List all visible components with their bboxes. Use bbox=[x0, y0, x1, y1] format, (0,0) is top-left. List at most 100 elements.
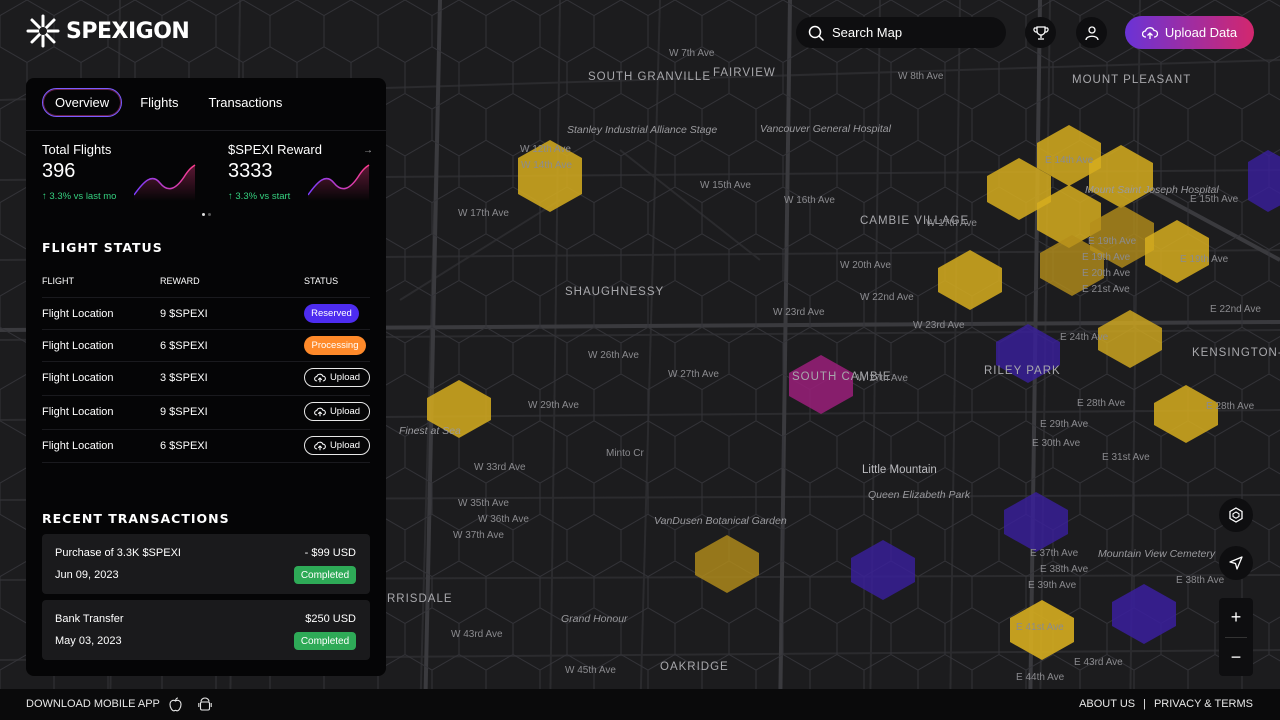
download-app-label: DOWNLOAD MOBILE APP bbox=[26, 698, 160, 710]
svg-text:Minto Cr: Minto Cr bbox=[606, 448, 644, 459]
svg-text:W 26th Ave: W 26th Ave bbox=[588, 350, 639, 361]
layers-button[interactable] bbox=[1219, 498, 1253, 532]
transaction-item[interactable]: Bank Transfer $250 USD May 03, 2023 Comp… bbox=[42, 600, 370, 660]
upload-label: Upload bbox=[329, 440, 361, 451]
transaction-description: Bank Transfer bbox=[55, 613, 124, 625]
user-icon bbox=[1084, 25, 1099, 40]
flight-reward: 3 $SPEXI bbox=[160, 372, 208, 384]
svg-text:E 44th Ave: E 44th Ave bbox=[1016, 672, 1065, 683]
tab-overview[interactable]: Overview bbox=[42, 88, 123, 117]
svg-text:FAIRVIEW: FAIRVIEW bbox=[713, 67, 776, 79]
svg-text:W 27th Ave: W 27th Ave bbox=[857, 373, 908, 384]
svg-text:E 14th Ave: E 14th Ave bbox=[1045, 155, 1094, 166]
svg-text:E 20th Ave: E 20th Ave bbox=[1082, 268, 1131, 279]
svg-text:VanDusen Botanical Garden: VanDusen Botanical Garden bbox=[654, 515, 787, 527]
table-row[interactable]: Flight Location 6 $SPEXI Upload bbox=[42, 429, 370, 463]
svg-text:W 14th Ave: W 14th Ave bbox=[521, 160, 572, 171]
search-icon bbox=[808, 25, 824, 41]
brand-name: SPEXIGON bbox=[66, 18, 190, 44]
stat-change: ↑ 3.3% vs last mo bbox=[42, 191, 117, 202]
transaction-item[interactable]: Purchase of 3.3K $SPEXI - $99 USD Jun 09… bbox=[42, 534, 370, 594]
upload-flight-button[interactable]: Upload bbox=[304, 368, 370, 387]
stat-value: 396 bbox=[42, 160, 76, 182]
flight-reward: 9 $SPEXI bbox=[160, 406, 208, 418]
flight-reward: 6 $SPEXI bbox=[160, 340, 208, 352]
svg-text:E 39th Ave: E 39th Ave bbox=[1028, 580, 1077, 591]
svg-text:W 7th Ave: W 7th Ave bbox=[669, 48, 715, 59]
transaction-date: May 03, 2023 bbox=[55, 635, 122, 647]
svg-text:E 38th Ave: E 38th Ave bbox=[1040, 564, 1089, 575]
svg-text:E 19th Ave: E 19th Ave bbox=[1088, 236, 1137, 247]
svg-text:W 27th Ave: W 27th Ave bbox=[668, 369, 719, 380]
panel-tabs: Overview Flights Transactions bbox=[42, 88, 294, 117]
apple-icon[interactable] bbox=[169, 697, 182, 712]
plus-icon: + bbox=[1230, 607, 1242, 627]
flight-location: Flight Location bbox=[42, 406, 114, 418]
zoom-in-button[interactable]: + bbox=[1219, 598, 1253, 637]
privacy-terms-link[interactable]: PRIVACY & TERMS bbox=[1154, 698, 1253, 710]
table-row[interactable]: Flight Location 3 $SPEXI Upload bbox=[42, 361, 370, 395]
search-map-button[interactable]: Search Map bbox=[796, 17, 1006, 48]
transaction-amount: - $99 USD bbox=[304, 547, 356, 559]
table-row[interactable]: Flight Location 9 $SPEXI Upload bbox=[42, 395, 370, 429]
upload-flight-button[interactable]: Upload bbox=[304, 436, 370, 455]
table-row[interactable]: Flight Location 9 $SPEXI Reserved bbox=[42, 297, 370, 329]
svg-text:W 22nd Ave: W 22nd Ave bbox=[860, 292, 914, 303]
table-row[interactable]: Flight Location 6 $SPEXI Processing bbox=[42, 329, 370, 361]
sparkline-reward bbox=[308, 164, 370, 201]
svg-text:E 29th Ave: E 29th Ave bbox=[1040, 419, 1089, 430]
tab-transactions[interactable]: Transactions bbox=[196, 88, 294, 117]
sparkline-flights bbox=[134, 164, 196, 201]
divider bbox=[26, 130, 386, 131]
svg-text:Mountain View Cemetery: Mountain View Cemetery bbox=[1098, 548, 1216, 560]
svg-text:W 35th Ave: W 35th Ave bbox=[458, 498, 509, 509]
svg-text:E 28th Ave: E 28th Ave bbox=[1206, 401, 1255, 412]
about-us-link[interactable]: ABOUT US bbox=[1079, 698, 1135, 710]
status-badge: Completed bbox=[294, 566, 356, 584]
svg-text:W 29th Ave: W 29th Ave bbox=[528, 400, 579, 411]
svg-text:RRISDALE: RRISDALE bbox=[387, 593, 453, 605]
svg-text:W 33rd Ave: W 33rd Ave bbox=[474, 462, 526, 473]
tab-flights[interactable]: Flights bbox=[128, 88, 190, 117]
upload-data-button[interactable]: Upload Data bbox=[1125, 16, 1254, 49]
svg-text:W 43rd Ave: W 43rd Ave bbox=[451, 629, 503, 640]
svg-text:MOUNT PLEASANT: MOUNT PLEASANT bbox=[1072, 74, 1191, 86]
brand-logo[interactable]: SPEXIGON bbox=[26, 14, 190, 48]
upload-flight-button[interactable]: Upload bbox=[304, 402, 370, 421]
column-header-status: STATUS bbox=[304, 276, 339, 286]
svg-text:W 16th Ave: W 16th Ave bbox=[784, 195, 835, 206]
cloud-upload-icon bbox=[1141, 26, 1158, 39]
svg-text:RILEY PARK: RILEY PARK bbox=[984, 365, 1061, 377]
svg-text:E 30th Ave: E 30th Ave bbox=[1032, 438, 1081, 449]
leaderboard-button[interactable] bbox=[1025, 17, 1056, 48]
svg-text:W 15th Ave: W 15th Ave bbox=[700, 180, 751, 191]
svg-text:OAKRIDGE: OAKRIDGE bbox=[660, 661, 729, 673]
zoom-out-button[interactable]: − bbox=[1219, 638, 1253, 677]
svg-text:W 23rd Ave: W 23rd Ave bbox=[913, 320, 965, 331]
svg-text:Little Mountain: Little Mountain bbox=[862, 464, 937, 476]
flight-location: Flight Location bbox=[42, 340, 114, 352]
profile-button[interactable] bbox=[1076, 17, 1107, 48]
next-arrow-icon[interactable]: → bbox=[363, 145, 373, 156]
svg-text:W 20th Ave: W 20th Ave bbox=[840, 260, 891, 271]
svg-text:W 17th Ave: W 17th Ave bbox=[458, 208, 509, 219]
svg-text:E 38th Ave: E 38th Ave bbox=[1176, 575, 1225, 586]
svg-text:W 37th Ave: W 37th Ave bbox=[453, 530, 504, 541]
android-icon[interactable] bbox=[198, 697, 212, 712]
svg-text:Vancouver General Hospital: Vancouver General Hospital bbox=[760, 123, 892, 135]
stat-total-flights: Total Flights 396 ↑ 3.3% vs last mo bbox=[42, 142, 116, 202]
svg-text:W 12th Ave: W 12th Ave bbox=[520, 144, 571, 155]
locate-me-button[interactable] bbox=[1219, 546, 1253, 580]
flight-reward: 9 $SPEXI bbox=[160, 308, 208, 320]
flight-location: Flight Location bbox=[42, 308, 114, 320]
svg-text:E 15th Ave: E 15th Ave bbox=[1190, 194, 1239, 205]
stat-label: $SPEXI Reward bbox=[228, 142, 322, 157]
svg-text:E 19th Ave: E 19th Ave bbox=[1082, 252, 1131, 263]
svg-text:E 24th Ave: E 24th Ave bbox=[1060, 332, 1109, 343]
search-label: Search Map bbox=[832, 25, 903, 40]
carousel-dots[interactable] bbox=[202, 213, 211, 216]
svg-text:SHAUGHNESSY: SHAUGHNESSY bbox=[565, 286, 664, 298]
cloud-upload-icon bbox=[314, 373, 326, 382]
svg-text:E 31st Ave: E 31st Ave bbox=[1102, 452, 1150, 463]
cloud-upload-icon bbox=[314, 407, 326, 416]
